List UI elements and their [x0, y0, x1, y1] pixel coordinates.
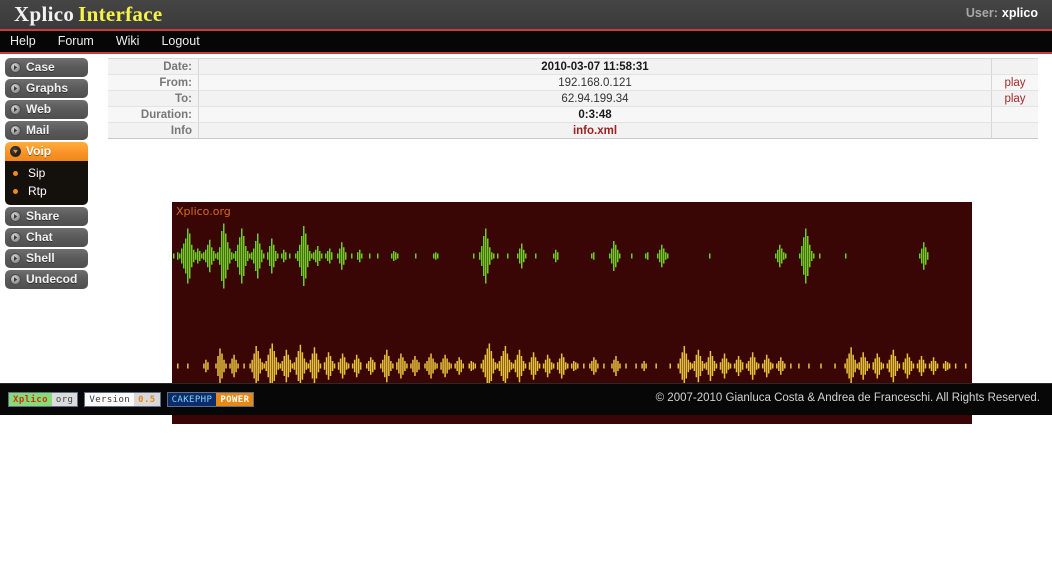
- circle-arrow-right-icon: [10, 104, 21, 115]
- sidebar-item-case[interactable]: Case: [5, 58, 88, 77]
- brand-primary: Xplico: [14, 2, 75, 26]
- circle-arrow-right-icon: [10, 211, 21, 222]
- app-footer: Xplico org Version 0.5 CAKEPHP POWER © 2…: [0, 383, 1052, 415]
- info-xml-link[interactable]: info.xml: [198, 122, 992, 139]
- menu-item-forum[interactable]: Forum: [58, 31, 94, 52]
- sidebar: Case Graphs Web Mail Voip Sip Rtp Share …: [5, 58, 88, 291]
- sidebar-item-label: Chat: [26, 230, 53, 244]
- sidebar-item-mail[interactable]: Mail: [5, 121, 88, 140]
- row-label: To:: [108, 90, 199, 107]
- row-action: play: [991, 90, 1038, 107]
- sidebar-item-label: Shell: [26, 251, 55, 265]
- app-header: Xplico Interface User: xplico: [0, 0, 1052, 31]
- sidebar-item-label: Graphs: [26, 81, 69, 95]
- bullet-icon: [13, 188, 18, 194]
- row-value: 62.94.199.34: [198, 90, 992, 107]
- circle-arrow-right-icon: [10, 125, 21, 136]
- circle-arrow-down-icon: [10, 146, 21, 157]
- badge-left-text: CAKEPHP: [167, 393, 217, 406]
- sidebar-item-label: Case: [26, 60, 55, 74]
- app-title: Xplico Interface: [14, 2, 162, 27]
- sidebar-item-web[interactable]: Web: [5, 100, 88, 119]
- cakephp-badge[interactable]: CAKEPHP POWER: [166, 392, 255, 407]
- circle-arrow-right-icon: [10, 253, 21, 264]
- user-info: User: xplico: [966, 6, 1038, 20]
- main-menubar: Help Forum Wiki Logout: [0, 31, 1052, 54]
- sidebar-item-voip[interactable]: Voip: [5, 142, 88, 161]
- sidebar-subitem-sip[interactable]: Sip: [5, 164, 88, 182]
- sidebar-subitem-rtp[interactable]: Rtp: [5, 182, 88, 200]
- row-action: [991, 122, 1038, 139]
- circle-arrow-right-icon: [10, 232, 21, 243]
- circle-arrow-right-icon: [10, 274, 21, 285]
- copyright-text: © 2007-2010 Gianluca Costa & Andrea de F…: [655, 392, 1040, 404]
- row-label: From:: [108, 74, 199, 91]
- menu-item-wiki[interactable]: Wiki: [116, 31, 140, 52]
- table-row: From: 192.168.0.121 play: [108, 74, 1038, 91]
- sidebar-item-label: Voip: [26, 144, 52, 158]
- table-row: To: 62.94.199.34 play: [108, 90, 1038, 107]
- row-action: [991, 106, 1038, 123]
- play-link[interactable]: play: [1004, 93, 1025, 105]
- bullet-icon: [13, 170, 18, 176]
- sidebar-subitem-label: Sip: [28, 166, 46, 180]
- footer-badges: Xplico org Version 0.5 CAKEPHP POWER: [8, 392, 255, 407]
- sidebar-item-undecod[interactable]: Undecod: [5, 270, 88, 289]
- badge-left-text: Version: [85, 393, 135, 406]
- sidebar-item-label: Mail: [26, 123, 50, 137]
- xplico-badge[interactable]: Xplico org: [8, 392, 79, 407]
- sidebar-subitem-label: Rtp: [28, 184, 47, 198]
- sidebar-item-shell[interactable]: Shell: [5, 249, 88, 268]
- user-name: xplico: [1001, 6, 1038, 20]
- row-value: 0:3:48: [198, 106, 992, 123]
- row-action: play: [991, 74, 1038, 91]
- sidebar-item-chat[interactable]: Chat: [5, 228, 88, 247]
- row-label: Info: [108, 122, 199, 139]
- badge-right-text: org: [51, 393, 78, 406]
- sidebar-item-graphs[interactable]: Graphs: [5, 79, 88, 98]
- row-label: Date:: [108, 58, 199, 75]
- table-row: Duration: 0:3:48: [108, 106, 1038, 123]
- call-info-table: Date: 2010-03-07 11:58:31 From: 192.168.…: [108, 58, 1038, 139]
- sidebar-item-label: Undecod: [26, 272, 78, 286]
- table-row: Date: 2010-03-07 11:58:31: [108, 58, 1038, 75]
- circle-arrow-right-icon: [10, 62, 21, 73]
- badge-right-text: POWER: [216, 393, 254, 406]
- user-label: User:: [965, 6, 998, 20]
- version-badge[interactable]: Version 0.5: [84, 392, 161, 407]
- menu-item-help[interactable]: Help: [10, 31, 36, 52]
- sidebar-submenu-voip: Sip Rtp: [5, 161, 88, 205]
- row-value: 192.168.0.121: [198, 74, 992, 91]
- row-action: [991, 58, 1038, 75]
- play-link[interactable]: play: [1004, 77, 1025, 89]
- circle-arrow-right-icon: [10, 83, 21, 94]
- table-row: Info info.xml: [108, 122, 1038, 139]
- sidebar-item-label: Web: [26, 102, 52, 116]
- menu-item-logout[interactable]: Logout: [161, 31, 199, 52]
- row-value: 2010-03-07 11:58:31: [198, 58, 992, 75]
- page-body: Case Graphs Web Mail Voip Sip Rtp Share …: [0, 54, 1052, 424]
- sidebar-item-share[interactable]: Share: [5, 207, 88, 226]
- sidebar-item-label: Share: [26, 209, 60, 223]
- row-label: Duration:: [108, 106, 199, 123]
- badge-left-text: Xplico: [9, 393, 52, 406]
- brand-secondary: Interface: [78, 2, 163, 26]
- badge-right-text: 0.5: [134, 393, 160, 406]
